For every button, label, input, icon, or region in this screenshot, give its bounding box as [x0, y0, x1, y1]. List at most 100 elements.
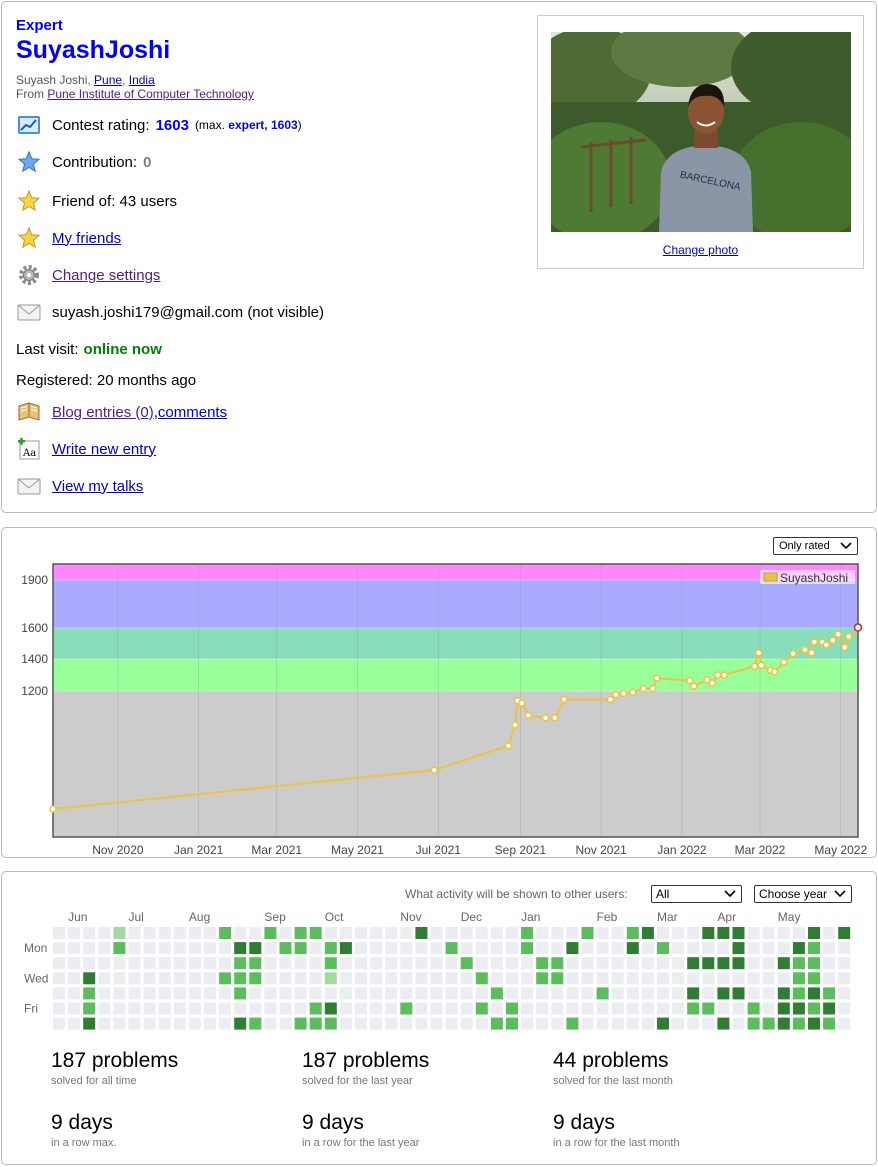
activity-cell — [188, 1002, 201, 1015]
organization-link[interactable]: Pune Institute of Computer Technology — [47, 87, 254, 101]
contribution-row: Contribution: 0 — [16, 149, 151, 175]
rated-filter-select[interactable]: Only rated — [773, 537, 858, 555]
activity-cell — [808, 927, 820, 939]
choose-year-select[interactable]: Choose year — [754, 885, 852, 903]
activity-cell — [219, 987, 232, 1000]
activity-cell — [234, 1002, 247, 1015]
activity-cell — [188, 987, 201, 1000]
activity-cell — [762, 927, 775, 939]
chevron-down-icon — [840, 542, 852, 550]
activity-cell — [158, 972, 171, 985]
activity-cell — [475, 957, 488, 970]
activity-cell — [445, 1002, 458, 1015]
my-friends-link[interactable]: My friends — [52, 230, 121, 247]
rating-point — [541, 714, 550, 722]
activity-cell — [294, 927, 307, 939]
month-label: Apr — [717, 910, 736, 924]
activity-cell — [370, 957, 383, 970]
activity-cell — [823, 972, 836, 985]
stat-value: 187 problems — [302, 1049, 430, 1072]
activity-cell — [309, 1017, 322, 1030]
envelope-icon — [16, 473, 42, 499]
y-tick-label: 1200 — [21, 684, 48, 698]
activity-cell — [702, 972, 715, 985]
activity-cell — [53, 972, 65, 985]
activity-cell — [400, 927, 413, 939]
activity-cell — [355, 927, 367, 939]
activity-cell — [445, 1017, 458, 1030]
activity-cell — [792, 927, 805, 939]
activity-cell — [143, 1002, 156, 1015]
rating-point — [708, 679, 717, 687]
weekday-label: Fri — [24, 1002, 38, 1016]
activity-cell — [415, 1002, 428, 1015]
contest-rating-label: Contest rating: — [52, 116, 150, 134]
activity-cell — [445, 987, 458, 1000]
activity-cell — [506, 1017, 518, 1030]
activity-cell — [249, 987, 262, 1000]
change-settings-link[interactable]: Change settings — [52, 267, 160, 284]
activity-cell — [521, 1017, 534, 1030]
blog-entries-link[interactable]: Blog entries (0) — [52, 404, 154, 421]
activity-cell — [309, 942, 322, 955]
activity-cell — [355, 942, 367, 955]
comments-link[interactable]: comments — [158, 404, 227, 421]
activity-cell — [143, 972, 156, 985]
activity-cell — [430, 927, 443, 939]
activity-cell — [672, 1002, 685, 1015]
write-entry-row: Aa Write new entry — [16, 436, 156, 462]
email-row: suyash.joshi179@gmail.com (not visible) — [16, 299, 324, 325]
activity-cell — [536, 972, 549, 985]
activity-visibility-select[interactable]: All — [651, 885, 742, 903]
activity-cell — [581, 1017, 594, 1030]
activity-cell — [53, 942, 65, 955]
city-link[interactable]: Pune — [94, 73, 122, 87]
activity-cell — [657, 987, 669, 1000]
user-handle[interactable]: SuyashJoshi — [16, 36, 170, 65]
activity-cell — [838, 942, 851, 955]
envelope-icon — [16, 299, 42, 325]
activity-cell — [687, 942, 700, 955]
country-link[interactable]: India — [129, 73, 155, 87]
stat-problems-all-time: 187 problems solved for all time — [51, 1049, 178, 1087]
write-new-entry-link[interactable]: Write new entry — [52, 441, 156, 458]
activity-cell — [566, 1002, 579, 1015]
activity-cell — [581, 1002, 594, 1015]
activity-cell — [234, 957, 247, 970]
activity-cell — [460, 972, 473, 985]
activity-cell — [838, 1002, 851, 1015]
x-tick-label: Jan 2022 — [657, 843, 707, 857]
activity-cell — [445, 942, 458, 955]
activity-cell — [566, 942, 579, 955]
activity-cell — [792, 987, 805, 1000]
activity-cell — [370, 972, 383, 985]
activity-cell — [83, 972, 96, 985]
activity-cell — [732, 957, 745, 970]
activity-cell — [234, 987, 247, 1000]
activity-cell — [355, 987, 367, 1000]
activity-cell — [83, 987, 96, 1000]
activity-cell — [808, 957, 820, 970]
activity-cell — [204, 957, 216, 970]
user-organization: From Pune Institute of Computer Technolo… — [16, 87, 254, 101]
activity-cell — [490, 927, 503, 939]
activity-cell — [98, 927, 111, 939]
activity-cell — [777, 942, 790, 955]
user-rank: Expert — [16, 17, 63, 34]
change-photo-link[interactable]: Change photo — [538, 243, 863, 257]
activity-cell — [626, 957, 639, 970]
activity-cell — [98, 942, 111, 955]
view-my-talks-link[interactable]: View my talks — [52, 478, 143, 495]
stat-value: 44 problems — [553, 1049, 669, 1072]
activity-cell — [128, 957, 141, 970]
rating-point — [560, 695, 568, 704]
activity-cell — [128, 1017, 141, 1030]
activity-cell — [717, 942, 730, 955]
activity-cell — [596, 1002, 609, 1015]
activity-cell — [672, 987, 685, 1000]
activity-cell — [460, 1017, 473, 1030]
activity-cell — [566, 957, 579, 970]
max-close: ) — [297, 118, 302, 132]
activity-cell — [415, 942, 428, 955]
activity-cell — [415, 987, 428, 1000]
